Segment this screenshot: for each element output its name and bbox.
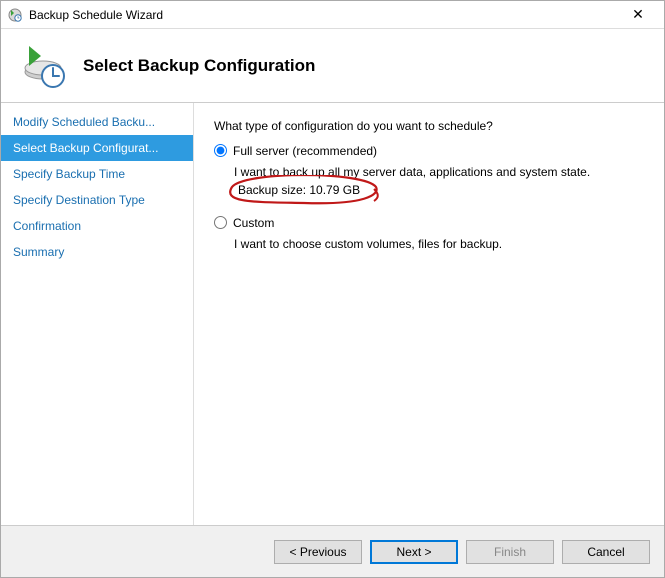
wizard-content: What type of configuration do you want t…: [194, 103, 664, 525]
option-custom[interactable]: Custom: [214, 215, 644, 231]
label-custom: Custom: [233, 215, 274, 231]
label-full-server: Full server (recommended): [233, 143, 377, 159]
previous-button[interactable]: < Previous: [274, 540, 362, 564]
sidebar-step-destination[interactable]: Specify Destination Type: [1, 187, 193, 213]
desc-full-server: I want to back up all my server data, ap…: [234, 163, 644, 181]
radio-custom[interactable]: [214, 216, 227, 229]
sidebar-step-select-config[interactable]: Select Backup Configurat...: [1, 135, 193, 161]
backup-schedule-icon: [19, 42, 67, 90]
wizard-header: Select Backup Configuration: [1, 29, 664, 103]
next-button[interactable]: Next >: [370, 540, 458, 564]
wizard-body: Modify Scheduled Backu... Select Backup …: [1, 103, 664, 525]
wizard-footer: < Previous Next > Finish Cancel: [1, 525, 664, 577]
sidebar-step-summary[interactable]: Summary: [1, 239, 193, 265]
sidebar-step-confirmation[interactable]: Confirmation: [1, 213, 193, 239]
finish-button[interactable]: Finish: [466, 540, 554, 564]
wizard-sidebar: Modify Scheduled Backu... Select Backup …: [1, 103, 194, 525]
page-title: Select Backup Configuration: [83, 56, 315, 76]
cancel-button[interactable]: Cancel: [562, 540, 650, 564]
sidebar-step-time[interactable]: Specify Backup Time: [1, 161, 193, 187]
wizard-window: Backup Schedule Wizard ✕ Select Backup C…: [0, 0, 665, 578]
window-title: Backup Schedule Wizard: [29, 8, 618, 22]
config-question: What type of configuration do you want t…: [214, 119, 644, 133]
sidebar-step-modify[interactable]: Modify Scheduled Backu...: [1, 109, 193, 135]
backup-size-line: Backup size: 10.79 GB: [234, 183, 364, 197]
titlebar: Backup Schedule Wizard ✕: [1, 1, 664, 29]
close-button[interactable]: ✕: [618, 6, 658, 23]
desc-custom: I want to choose custom volumes, files f…: [234, 235, 644, 253]
option-full-server[interactable]: Full server (recommended): [214, 143, 644, 159]
wizard-title-icon: [7, 7, 23, 23]
radio-full-server[interactable]: [214, 144, 227, 157]
